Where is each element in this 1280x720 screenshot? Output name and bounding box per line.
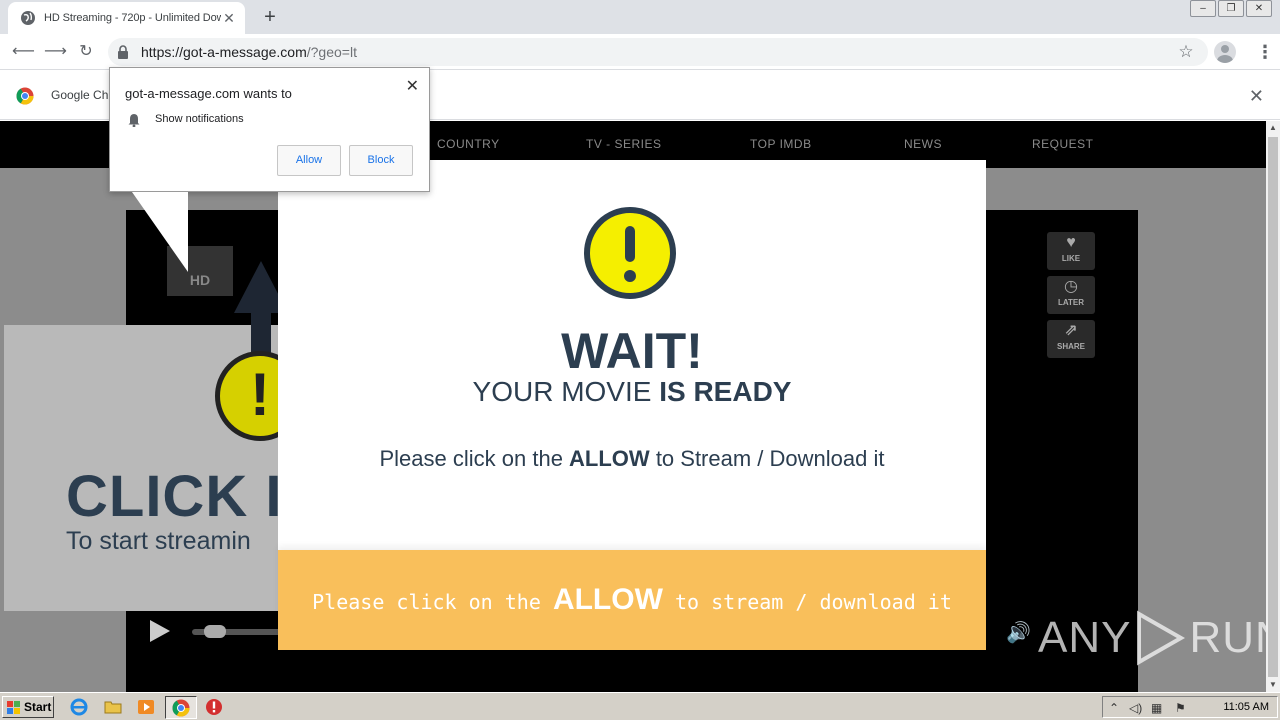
wait-modal: WAIT! YOUR MOVIE IS READY Please click o… [278, 160, 986, 650]
scroll-down-icon[interactable]: ▼ [1266, 678, 1280, 692]
infobar-close-icon[interactable]: ✕ [1249, 86, 1264, 107]
anyrun-watermark: ANY RUN [1038, 608, 1280, 668]
tab-title: HD Streaming - 720p - Unlimited Dow [44, 12, 221, 24]
tab-close-icon[interactable]: ✕ [221, 10, 237, 26]
clock-icon: ◷ [1064, 278, 1078, 295]
stop-sign-icon[interactable] [205, 698, 223, 716]
window-controls: – ❐ ✕ [1188, 0, 1272, 18]
exclamation-icon [584, 207, 676, 299]
prompt-close-icon[interactable]: ✕ [406, 76, 419, 96]
nav-tv-series[interactable]: TV - SERIES [586, 137, 662, 151]
nav-country[interactable]: COUNTRY [437, 137, 500, 151]
play-icon[interactable] [150, 620, 170, 642]
system-tray: ⌃ ◁) ▦ ⚑ 11:05 AM [1102, 696, 1278, 718]
nav-news[interactable]: NEWS [904, 137, 942, 151]
minimize-button[interactable]: – [1190, 0, 1216, 17]
network-icon[interactable]: ▦ [1151, 701, 1162, 715]
action-center-flag-icon[interactable]: ⚑ [1175, 701, 1186, 715]
tray-expand-icon[interactable]: ⌃ [1109, 701, 1119, 715]
windows-flag-icon [7, 700, 20, 714]
nav-top-imdb[interactable]: TOP IMDB [750, 137, 812, 151]
scroll-thumb[interactable] [1268, 137, 1278, 677]
bookmark-star-icon[interactable]: ☆ [1176, 42, 1196, 62]
chrome-logo-icon [16, 87, 34, 105]
page-viewport: COUNTRY TV - SERIES TOP IMDB NEWS REQUES… [0, 121, 1266, 692]
tab-strip: HD Streaming - 720p - Unlimited Dow ✕ + … [0, 0, 1280, 34]
modal-subtitle: YOUR MOVIE IS READY [472, 376, 792, 407]
globe-icon [21, 11, 35, 25]
restore-button[interactable]: ❐ [1218, 0, 1244, 17]
close-window-button[interactable]: ✕ [1246, 0, 1272, 17]
prompt-tail [132, 192, 188, 272]
start-button[interactable]: Start [2, 696, 54, 718]
bell-icon [128, 114, 140, 127]
bg-headline: CLICK I [66, 464, 283, 529]
volume-icon[interactable]: 🔊 [1006, 620, 1031, 645]
forward-arrow-icon[interactable]: ⟶ [44, 42, 67, 62]
speaker-icon[interactable]: ◁) [1129, 701, 1142, 715]
arrow-stem [251, 311, 271, 355]
modal-footer-banner[interactable]: Please click on the ALLOW to stream / do… [278, 550, 986, 650]
reload-icon[interactable]: ↻ [76, 42, 96, 62]
like-button[interactable]: ♥ LIKE [1047, 232, 1095, 270]
notification-permission-prompt: got-a-message.com wants to ✕ Show notifi… [109, 67, 430, 272]
new-tab-button[interactable]: + [259, 6, 281, 28]
infobar-text: Google Ch [51, 88, 109, 102]
heart-icon: ♥ [1066, 234, 1076, 251]
play-triangle-icon [1137, 610, 1186, 666]
modal-title: WAIT! [561, 323, 703, 379]
folder-icon[interactable] [104, 698, 122, 716]
lock-icon [118, 45, 128, 59]
page-scrollbar[interactable]: ▲ ▼ [1266, 121, 1280, 692]
tab-active[interactable]: HD Streaming - 720p - Unlimited Dow ✕ [8, 2, 245, 34]
share-button[interactable]: ⇗ SHARE [1047, 320, 1095, 358]
kebab-menu-icon[interactable]: ⋮ [1256, 42, 1274, 62]
windows-taskbar: Start ⌃ ◁) ▦ ⚑ 11:05 AM [0, 692, 1280, 720]
media-player-icon[interactable] [137, 698, 155, 716]
block-button[interactable]: Block [349, 145, 413, 176]
taskbar-chrome-button[interactable] [165, 696, 197, 719]
url-text: https://got-a-message.com/?geo=lt [141, 44, 357, 60]
back-arrow-icon[interactable]: ⟵ [12, 42, 35, 62]
scroll-up-icon[interactable]: ▲ [1266, 121, 1280, 135]
modal-message: Please click on the ALLOW to Stream / Do… [379, 446, 885, 471]
allow-button[interactable]: Allow [277, 145, 341, 176]
prompt-heading: got-a-message.com wants to [125, 86, 292, 101]
profile-avatar[interactable] [1214, 41, 1236, 63]
share-icon: ⇗ [1064, 322, 1078, 339]
address-bar[interactable]: https://got-a-message.com/?geo=lt [108, 38, 1208, 66]
watch-later-button[interactable]: ◷ LATER [1047, 276, 1095, 314]
browser-toolbar: ⟵ ⟶ ↻ https://got-a-message.com/?geo=lt … [0, 34, 1280, 70]
permission-label: Show notifications [155, 113, 244, 125]
clock: 11:05 AM [1223, 701, 1269, 713]
seek-handle[interactable] [204, 625, 226, 638]
chrome-taskbar-icon [172, 699, 190, 717]
bg-subline: To start streamin [66, 527, 251, 555]
nav-request[interactable]: REQUEST [1032, 137, 1094, 151]
ie-icon[interactable] [70, 698, 88, 716]
